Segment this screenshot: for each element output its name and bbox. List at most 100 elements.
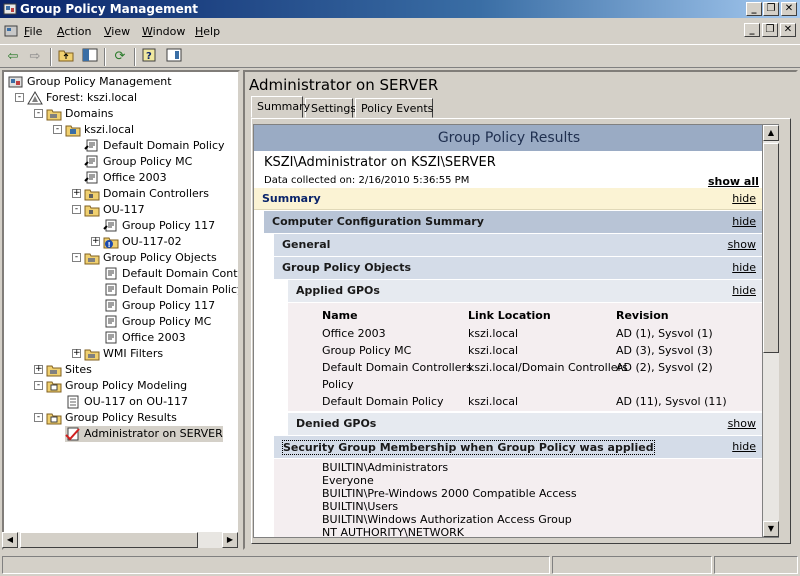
- console-tree[interactable]: Group Policy Management - Forest: kszi.loc…: [2, 70, 240, 550]
- tree-item[interactable]: Default Domain Policy: [103, 282, 238, 298]
- tree-item-label: Sites: [65, 363, 92, 376]
- tree-item[interactable]: Group Policy 117: [103, 218, 215, 234]
- tab-summary[interactable]: Summary: [251, 96, 310, 118]
- tree-horizontal-scrollbar[interactable]: ◀ ▶: [2, 532, 238, 548]
- report-collected-date: Data collected on: 2/16/2010 5:36:55 PM: [264, 175, 470, 186]
- expand-toggle-icon[interactable]: +: [91, 237, 100, 246]
- tree-item[interactable]: ! OU-117-02: [103, 234, 182, 250]
- maximize-button[interactable]: ❐: [763, 2, 779, 16]
- tree-item[interactable]: Group Policy MC: [84, 154, 192, 170]
- collapse-toggle-icon[interactable]: -: [53, 125, 62, 134]
- scroll-thumb[interactable]: [20, 532, 198, 548]
- tree-item[interactable]: Default Domain Controlle: [103, 266, 238, 282]
- tree-item[interactable]: Group Policy Management: [8, 74, 172, 90]
- tree-item[interactable]: Group Policy MC: [103, 314, 211, 330]
- scroll-left-arrow-icon[interactable]: ◀: [2, 532, 18, 548]
- tree-item[interactable]: Domains: [46, 106, 113, 122]
- mmc-icon[interactable]: [3, 23, 19, 39]
- menu-window[interactable]: Window: [142, 25, 185, 38]
- refresh-icon[interactable]: ⟳: [110, 48, 130, 66]
- expand-toggle-icon[interactable]: +: [34, 365, 43, 374]
- tree-item[interactable]: Domain Controllers: [84, 186, 209, 202]
- tree-item[interactable]: Office 2003: [84, 170, 167, 186]
- window-title: Group Policy Management: [20, 2, 199, 16]
- ou-icon: [84, 189, 100, 201]
- tab-policy-events[interactable]: Policy Events: [355, 98, 433, 118]
- up-folder-icon[interactable]: [56, 48, 76, 66]
- tree-item-label: Forest: kszi.local: [46, 91, 138, 104]
- gpo-hide-link[interactable]: hide: [732, 261, 756, 274]
- tree-item[interactable]: WMI Filters: [84, 346, 163, 362]
- security-group-item: BUILTIN\Users: [322, 500, 399, 513]
- tree-item[interactable]: Forest: kszi.local: [27, 90, 137, 106]
- scroll-up-arrow-icon[interactable]: ▲: [763, 125, 779, 141]
- status-pane-2: [552, 556, 712, 574]
- gpo-icon: [105, 299, 117, 312]
- tab-settings[interactable]: Settings: [305, 98, 356, 118]
- modeling-icon: [46, 381, 62, 393]
- tree-item[interactable]: Group Policy Results: [46, 410, 177, 426]
- menu-help[interactable]: Help: [195, 25, 220, 38]
- tree-item[interactable]: Administrator on SERVER: [65, 426, 223, 442]
- col-name: Name: [322, 309, 358, 322]
- collapse-toggle-icon[interactable]: -: [15, 93, 24, 102]
- minimize-button[interactable]: _: [746, 2, 762, 16]
- collapse-toggle-icon[interactable]: -: [34, 413, 43, 422]
- expand-toggle-icon[interactable]: +: [72, 189, 81, 198]
- tree-item[interactable]: Group Policy Modeling: [46, 378, 187, 394]
- menu-view[interactable]: View: [104, 25, 130, 38]
- report-vertical-scrollbar[interactable]: ▲ ▼: [763, 124, 779, 538]
- tree-item-label: Default Domain Controlle: [122, 267, 238, 280]
- tree-item[interactable]: Group Policy 117: [103, 298, 215, 314]
- folder-icon: [46, 365, 62, 377]
- folder-icon: [84, 253, 100, 265]
- general-show-link[interactable]: show: [728, 238, 756, 251]
- collapse-toggle-icon[interactable]: -: [72, 205, 81, 214]
- report-scroll-thumb[interactable]: [763, 143, 779, 353]
- security-group-item: Everyone: [322, 474, 374, 487]
- help-icon[interactable]: ?: [140, 48, 160, 66]
- collapse-toggle-icon[interactable]: -: [72, 253, 81, 262]
- properties-icon[interactable]: [164, 48, 184, 66]
- tree-item[interactable]: OU-117 on OU-117: [65, 394, 188, 410]
- scroll-down-arrow-icon[interactable]: ▼: [763, 521, 779, 537]
- tree-item-label: Domain Controllers: [103, 187, 210, 200]
- show-all-link[interactable]: show all: [708, 175, 759, 188]
- menu-action[interactable]: Action: [57, 25, 91, 38]
- security-group-hide-link[interactable]: hide: [732, 440, 756, 453]
- child-minimize-button[interactable]: _: [744, 23, 760, 37]
- ou-icon: [84, 205, 100, 217]
- close-button[interactable]: ✕: [781, 2, 797, 16]
- status-bar: [0, 554, 800, 574]
- tree-item[interactable]: OU-117: [84, 202, 145, 218]
- child-restore-button[interactable]: ❐: [762, 23, 778, 37]
- computer-config-hide-link[interactable]: hide: [732, 215, 756, 228]
- gpm-icon: [8, 76, 23, 88]
- denied-gpos-show-link[interactable]: show: [728, 417, 756, 430]
- scroll-right-arrow-icon[interactable]: ▶: [222, 532, 238, 548]
- back-icon[interactable]: ⇦: [3, 48, 23, 66]
- gpo-icon: [105, 315, 117, 328]
- tree-item[interactable]: Group Policy Objects: [84, 250, 217, 266]
- forward-icon[interactable]: ⇨: [25, 48, 45, 66]
- gpmc-window: Group Policy Management _ ❐ ✕ File Actio…: [0, 0, 800, 576]
- security-group-item: NT AUTHORITY\NETWORK: [322, 526, 464, 538]
- gpo-link-icon: [84, 171, 98, 184]
- general-label: General: [282, 238, 331, 251]
- menu-file[interactable]: File: [24, 25, 42, 38]
- applied-gpos-hide-link[interactable]: hide: [732, 284, 756, 297]
- collapse-toggle-icon[interactable]: -: [34, 381, 43, 390]
- summary-hide-link[interactable]: hide: [732, 192, 756, 205]
- gpo-table-cell: AD (11), Sysvol (11): [616, 395, 727, 408]
- show-hide-tree-icon[interactable]: [80, 48, 100, 66]
- tree-item-label: OU-117 on OU-117: [84, 395, 189, 408]
- tree-item[interactable]: Office 2003: [103, 330, 186, 346]
- gpo-table-cell: Policy: [322, 378, 354, 391]
- tree-item[interactable]: Sites: [46, 362, 92, 378]
- collapse-toggle-icon[interactable]: -: [34, 109, 43, 118]
- tree-item[interactable]: Default Domain Policy: [84, 138, 225, 154]
- child-close-button[interactable]: ✕: [780, 23, 796, 37]
- tree-item[interactable]: kszi.local: [65, 122, 134, 138]
- expand-toggle-icon[interactable]: +: [72, 349, 81, 358]
- gpo-link-icon: [103, 219, 117, 232]
